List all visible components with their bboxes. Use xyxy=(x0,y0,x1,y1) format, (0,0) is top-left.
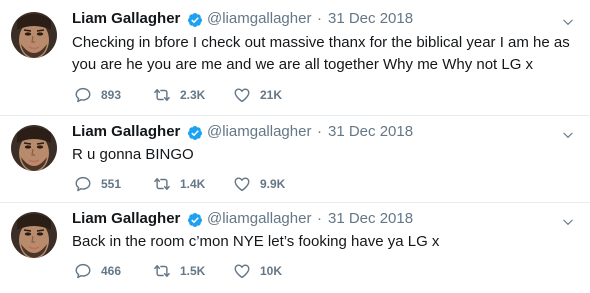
reply-count: 551 xyxy=(101,177,122,191)
reply-count: 893 xyxy=(101,88,122,102)
like-count: 21K xyxy=(260,88,283,102)
like-button[interactable]: 9.9K xyxy=(233,175,285,193)
reply-button[interactable]: 893 xyxy=(74,86,121,104)
reply-icon xyxy=(74,262,92,280)
tweet-date[interactable]: 31 Dec 2018 xyxy=(328,123,413,140)
retweet-count: 2.3K xyxy=(180,88,206,102)
author-name[interactable]: Liam Gallagher xyxy=(72,123,180,140)
tweet-text: R u gonna BINGO xyxy=(72,146,194,163)
chevron-down-icon[interactable] xyxy=(561,128,575,142)
verified-badge-icon xyxy=(187,125,203,141)
tweet[interactable]: Liam Gallagher @liamgallagher · 31 Dec 2… xyxy=(0,203,590,293)
avatar[interactable] xyxy=(11,12,57,58)
chevron-down-icon[interactable] xyxy=(561,215,575,229)
retweet-count: 1.4K xyxy=(180,177,206,191)
reply-icon xyxy=(74,86,92,104)
like-button[interactable]: 21K xyxy=(233,86,282,104)
retweet-button[interactable]: 1.5K xyxy=(153,262,205,280)
retweet-icon xyxy=(153,175,171,193)
chevron-down-icon[interactable] xyxy=(561,15,575,29)
reply-count: 466 xyxy=(101,264,122,278)
tweet[interactable]: Liam Gallagher @liamgallagher · 31 Dec 2… xyxy=(0,0,590,116)
author-handle[interactable]: @liamgallagher xyxy=(207,210,311,227)
avatar[interactable] xyxy=(11,212,57,258)
tweet-actions: 466 1.5K 10K xyxy=(72,262,492,280)
reply-button[interactable]: 466 xyxy=(74,262,121,280)
like-count: 10K xyxy=(260,264,283,278)
tweet-actions: 893 2.3K 21K xyxy=(72,86,492,104)
reply-button[interactable]: 551 xyxy=(74,175,121,193)
author-handle[interactable]: @liamgallagher xyxy=(207,10,311,27)
heart-icon xyxy=(233,86,251,104)
retweet-count: 1.5K xyxy=(180,264,206,278)
verified-badge-icon xyxy=(187,12,203,28)
tweet-actions: 551 1.4K 9.9K xyxy=(72,175,492,193)
verified-badge-icon xyxy=(187,212,203,228)
tweet-text: Checking in bfore I check out massive th… xyxy=(72,34,570,73)
tweet-date[interactable]: 31 Dec 2018 xyxy=(328,10,413,27)
separator-dot: · xyxy=(317,210,322,227)
separator-dot: · xyxy=(317,123,322,140)
retweet-button[interactable]: 2.3K xyxy=(153,86,205,104)
like-button[interactable]: 10K xyxy=(233,262,282,280)
avatar[interactable] xyxy=(11,125,57,171)
author-name[interactable]: Liam Gallagher xyxy=(72,210,180,227)
tweet-text: Back in the room c’mon NYE let’s fooking… xyxy=(72,233,440,250)
retweet-icon xyxy=(153,262,171,280)
heart-icon xyxy=(233,175,251,193)
separator-dot: · xyxy=(317,10,322,27)
tweet[interactable]: Liam Gallagher @liamgallagher · 31 Dec 2… xyxy=(0,116,590,203)
retweet-button[interactable]: 1.4K xyxy=(153,175,205,193)
retweet-icon xyxy=(153,86,171,104)
heart-icon xyxy=(233,262,251,280)
tweet-date[interactable]: 31 Dec 2018 xyxy=(328,210,413,227)
like-count: 9.9K xyxy=(260,177,286,191)
author-handle[interactable]: @liamgallagher xyxy=(207,123,311,140)
author-name[interactable]: Liam Gallagher xyxy=(72,10,180,27)
reply-icon xyxy=(74,175,92,193)
